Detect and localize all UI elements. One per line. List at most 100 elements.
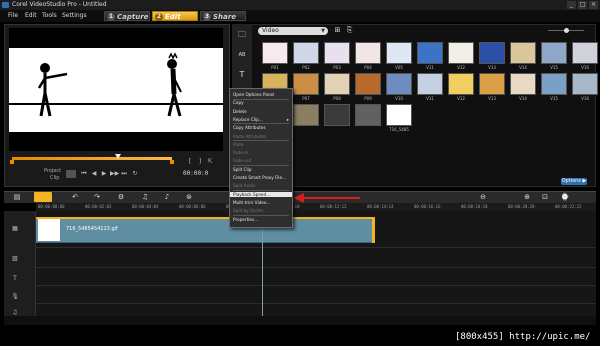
context-menu-item[interactable]: Fade-out [233, 158, 291, 163]
library-thumbnail[interactable] [417, 73, 443, 95]
library-thumbnail[interactable] [572, 42, 598, 64]
context-menu-item[interactable]: Mute [233, 142, 291, 147]
library-thumbnail[interactable] [541, 42, 567, 64]
library-thumbnail[interactable] [572, 73, 598, 95]
context-menu-item[interactable]: Fade-in [233, 150, 291, 155]
zoom-in-icon[interactable]: ⊕ [522, 193, 532, 202]
thumbnail-label: 716_5485 [389, 127, 409, 132]
library-thumbnail[interactable] [324, 73, 350, 95]
auto-music-icon[interactable]: ♪ [162, 193, 172, 202]
redo-icon[interactable]: ↷ [92, 193, 102, 202]
track-divider [36, 247, 596, 248]
library-thumbnail[interactable] [293, 104, 319, 126]
undo-icon[interactable]: ↶ [70, 193, 80, 202]
context-menu-item[interactable]: Open Options Panel [233, 92, 291, 97]
context-menu-item[interactable]: Delete [233, 109, 291, 114]
minimize-button[interactable]: _ [567, 1, 576, 9]
enlarge-preview-button[interactable]: ⇱ [206, 158, 214, 166]
media-folder-icon[interactable]: 🗀 [236, 30, 248, 40]
library-thumbnail[interactable] [417, 42, 443, 64]
context-menu-item-label: Create Smart Proxy File... [233, 175, 287, 180]
overlay-track-icon[interactable]: ▧ [9, 254, 21, 264]
motion-track-icon[interactable]: ⊛ [184, 193, 194, 202]
library-thumbnail[interactable] [386, 104, 412, 126]
library-thumbnail[interactable] [541, 73, 567, 95]
fit-project-icon[interactable]: ⊡ [540, 193, 550, 202]
library-thumbnail[interactable] [293, 73, 319, 95]
tab-share[interactable]: 3 Share [200, 11, 246, 21]
context-menu-item[interactable]: Copy Attributes [233, 125, 291, 130]
library-thumbnail[interactable] [510, 73, 536, 95]
library-thumbnail[interactable] [355, 104, 381, 126]
library-thumbnail[interactable] [324, 42, 350, 64]
timecode-field-icon[interactable]: ⌚ [560, 193, 570, 202]
maximize-button[interactable]: □ [578, 1, 587, 9]
thumbnail-label: V05 [395, 65, 403, 70]
mark-out-handle[interactable] [170, 160, 174, 164]
project-mode-label[interactable]: Project [44, 168, 61, 174]
menu-tools[interactable]: Tools [42, 10, 57, 22]
options-button[interactable]: Options ▶ [561, 178, 587, 185]
library-thumbnail[interactable] [479, 42, 505, 64]
library-category-select[interactable]: Video ▼ [258, 27, 328, 35]
import-media-icon[interactable]: ⎘ [345, 26, 354, 35]
timeline-scrollbar[interactable] [4, 316, 596, 325]
context-menu-item[interactable]: Split Clip [233, 167, 291, 172]
context-menu-item[interactable]: Split by Scene... [233, 208, 291, 213]
library-thumbnail[interactable] [510, 42, 536, 64]
close-button[interactable]: × [589, 1, 598, 9]
mark-out-button[interactable]: ] [196, 158, 204, 166]
sound-mixer-icon[interactable]: ♫ [140, 193, 150, 202]
thumbnail-zoom-knob[interactable] [564, 28, 569, 33]
storyboard-view-icon[interactable]: ▤ [12, 193, 22, 202]
voice-track-icon[interactable]: 🎙 [9, 292, 21, 302]
menu-settings[interactable]: Settings [62, 10, 87, 22]
repeat-button[interactable]: ↻ [131, 170, 139, 178]
title-track-icon[interactable]: T [9, 274, 21, 284]
library-thumbnail[interactable] [262, 42, 288, 64]
menu-edit[interactable]: Edit [25, 10, 37, 22]
library-thumbnail[interactable] [479, 73, 505, 95]
library-thumbnail[interactable] [448, 73, 474, 95]
tab-share-label: Share [213, 13, 236, 21]
library-thumbnail[interactable] [355, 42, 381, 64]
context-menu-item[interactable]: Paste Attributes [233, 134, 291, 139]
home-button[interactable]: ⏮ [80, 170, 88, 178]
context-menu-item[interactable]: Split Audio [233, 183, 291, 188]
context-menu-item[interactable]: Multi-trim Video... [233, 200, 291, 205]
library-thumbnail[interactable] [355, 73, 381, 95]
title-icon[interactable]: T [236, 70, 248, 80]
fast-forward-button[interactable]: ▶▶ [110, 170, 119, 178]
library-thumbnail[interactable] [293, 42, 319, 64]
library-thumbnail[interactable] [386, 73, 412, 95]
library-thumbnail[interactable] [324, 104, 350, 126]
library-thumbnail[interactable] [386, 42, 412, 64]
zoom-out-icon[interactable]: ⊖ [478, 193, 488, 202]
mark-in-button[interactable]: [ [186, 158, 194, 166]
video-track-icon[interactable]: ▦ [9, 224, 21, 234]
clip-mode-label[interactable]: Clip [50, 175, 59, 181]
previous-frame-button[interactable]: ◀ [90, 170, 98, 178]
timecode-display[interactable]: 00:00:0 [183, 170, 208, 177]
context-menu-item[interactable]: Replace Clip... ▸ [233, 117, 291, 122]
menu-file[interactable]: File [8, 10, 18, 22]
timeline-view-button[interactable] [34, 192, 52, 202]
library-thumbnail[interactable] [448, 42, 474, 64]
add-folder-icon[interactable]: ⊞ [333, 26, 342, 35]
end-button[interactable]: ⏭ [120, 170, 128, 178]
record-capture-icon[interactable]: ⚙ [116, 193, 126, 202]
context-menu-item[interactable]: Playback Speed... [230, 191, 292, 197]
context-menu-item[interactable]: Properties... [233, 217, 291, 222]
scrubber-handle[interactable] [115, 154, 121, 159]
clip-trim-handle[interactable] [372, 217, 375, 243]
transition-icon[interactable]: AB [236, 50, 248, 60]
window-controls: _ □ × [567, 1, 598, 9]
context-menu-item[interactable]: Create Smart Proxy File... [233, 175, 291, 180]
next-frame-button[interactable]: ▶ [100, 170, 108, 178]
tab-edit[interactable]: 2 Edit [152, 11, 198, 21]
red-arrow-annotation [294, 193, 360, 203]
mark-in-handle[interactable] [10, 160, 14, 164]
tab-capture[interactable]: 1 Capture [104, 11, 150, 21]
play-button[interactable] [66, 170, 76, 178]
context-menu-item[interactable]: Copy [233, 100, 291, 105]
